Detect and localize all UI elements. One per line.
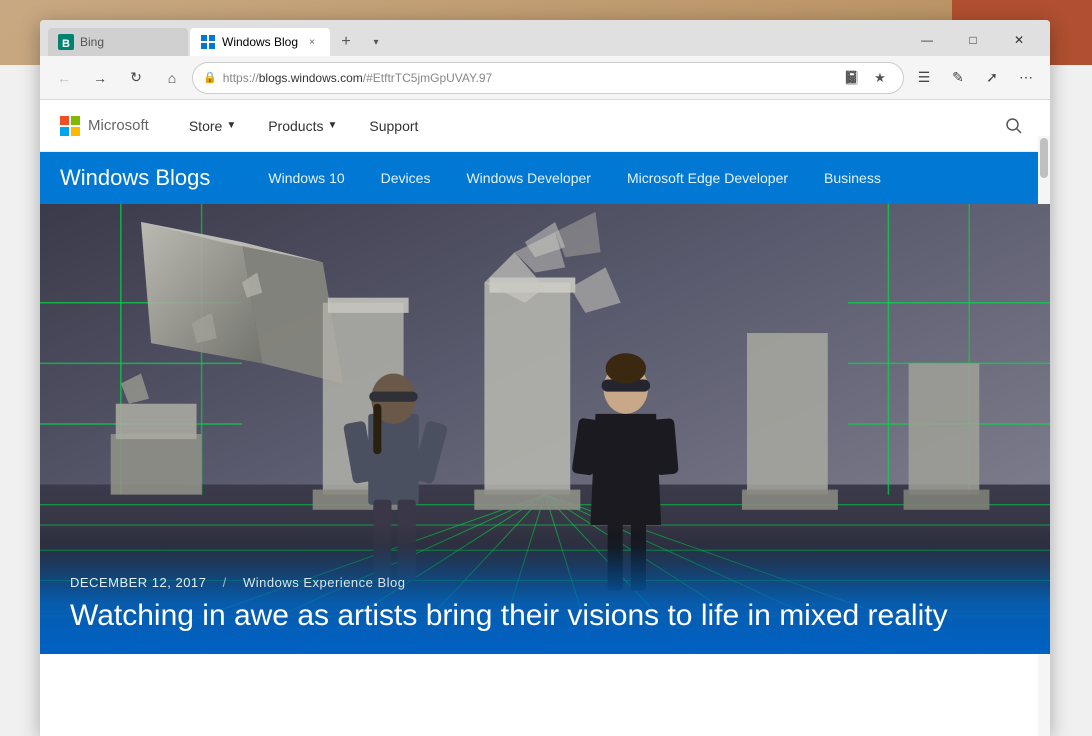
minimize-button[interactable]: — — [904, 24, 950, 56]
tab-windows-blog-label: Windows Blog — [222, 35, 298, 49]
blogs-header: Windows Blogs Windows 10 Devices Windows… — [40, 152, 1050, 204]
blogs-nav: Windows 10 Devices Windows Developer Mic… — [250, 152, 898, 204]
url-protocol: https:// — [223, 71, 259, 85]
logo-yellow — [71, 127, 80, 136]
address-bar[interactable]: 🔒 https://blogs.windows.com/#EtftrTC5jmG… — [192, 62, 904, 94]
tabs-bar: B Bing Windows Blog × + ▾ — □ ✕ — [40, 20, 1050, 56]
nav-right-icons: ☰ ✎ ➚ ⋯ — [908, 62, 1042, 94]
hub-button[interactable]: ☰ — [908, 62, 940, 94]
microsoft-logo[interactable]: Microsoft — [60, 116, 149, 136]
tab-bing[interactable]: B Bing — [48, 28, 188, 56]
blogs-nav-windows-developer[interactable]: Windows Developer — [448, 152, 609, 204]
products-chevron-icon: ▼ — [327, 120, 337, 131]
caption-category: Windows Experience Blog — [243, 575, 406, 590]
tab-windows-blog[interactable]: Windows Blog × — [190, 28, 330, 56]
share-button[interactable]: ➚ — [976, 62, 1008, 94]
nav-item-support[interactable]: Support — [353, 100, 434, 152]
scrollbar-thumb — [1040, 138, 1048, 178]
page-content: Microsoft Store ▼ Products ▼ Support — [40, 100, 1050, 736]
more-options-button[interactable]: ⋯ — [1010, 62, 1042, 94]
url-path: /#EtftrTC5jmGpUVAY.97 — [363, 71, 492, 85]
tabs-dropdown-button[interactable]: ▾ — [362, 28, 390, 56]
search-button[interactable] — [998, 110, 1030, 142]
search-icon — [1005, 117, 1023, 135]
maximize-button[interactable]: □ — [950, 24, 996, 56]
hero-section: DECEMBER 12, 2017 / Windows Experience B… — [40, 204, 1050, 654]
caption-title: Watching in awe as artists bring their v… — [70, 598, 1020, 634]
logo-blue — [60, 127, 69, 136]
home-button[interactable]: ⌂ — [156, 62, 188, 94]
store-chevron-icon: ▼ — [226, 120, 236, 131]
microsoft-nav: Microsoft Store ▼ Products ▼ Support — [40, 100, 1050, 152]
new-tab-button[interactable]: + — [332, 28, 360, 56]
tab-bing-label: Bing — [80, 35, 104, 49]
browser-window: B Bing Windows Blog × + ▾ — □ ✕ ← → — [40, 20, 1050, 736]
microsoft-logo-text: Microsoft — [88, 117, 149, 134]
bing-tab-icon: B — [58, 34, 74, 50]
caption-overlay: DECEMBER 12, 2017 / Windows Experience B… — [40, 545, 1050, 654]
close-button[interactable]: ✕ — [996, 24, 1042, 56]
navigation-bar: ← → ↻ ⌂ 🔒 https://blogs.windows.com/#Etf… — [40, 56, 1050, 100]
microsoft-logo-grid — [60, 116, 80, 136]
window-controls: — □ ✕ — [904, 24, 1042, 56]
caption-separator: / — [219, 575, 231, 590]
blogs-nav-business[interactable]: Business — [806, 152, 899, 204]
forward-button[interactable]: → — [84, 62, 116, 94]
lock-icon: 🔒 — [203, 71, 217, 84]
windows-tab-icon — [200, 34, 216, 50]
blogs-nav-windows10[interactable]: Windows 10 — [250, 152, 362, 204]
nav-item-products[interactable]: Products ▼ — [252, 100, 353, 152]
svg-text:B: B — [62, 38, 70, 50]
favorites-icon[interactable]: ★ — [867, 65, 893, 91]
reading-view-icon[interactable]: 📓 — [839, 65, 865, 91]
caption-date: DECEMBER 12, 2017 / Windows Experience B… — [70, 575, 1020, 590]
refresh-button[interactable]: ↻ — [120, 62, 152, 94]
back-button[interactable]: ← — [48, 62, 80, 94]
tab-close-button[interactable]: × — [304, 34, 320, 50]
address-bar-icons: 📓 ★ — [839, 65, 893, 91]
blogs-nav-edge-developer[interactable]: Microsoft Edge Developer — [609, 152, 806, 204]
url-domain: blogs.windows.com — [259, 71, 363, 85]
blogs-title[interactable]: Windows Blogs — [60, 165, 210, 191]
url-text: https://blogs.windows.com/#EtftrTC5jmGpU… — [223, 71, 833, 85]
nav-item-store[interactable]: Store ▼ — [173, 100, 252, 152]
ms-nav-items: Store ▼ Products ▼ Support — [173, 100, 998, 152]
notes-button[interactable]: ✎ — [942, 62, 974, 94]
blogs-nav-devices[interactable]: Devices — [363, 152, 449, 204]
logo-green — [71, 116, 80, 125]
logo-red — [60, 116, 69, 125]
